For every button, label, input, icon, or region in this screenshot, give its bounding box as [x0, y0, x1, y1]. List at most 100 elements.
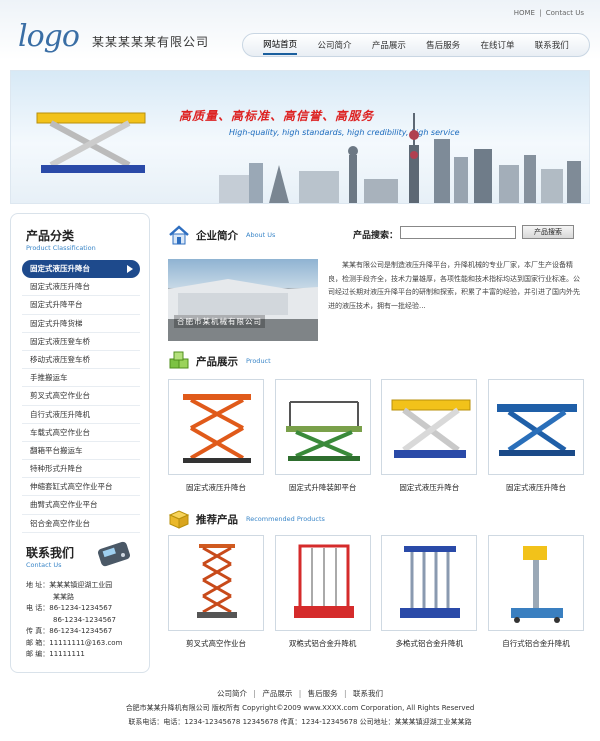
banner-lift-table-image	[36, 112, 146, 173]
recommended-card[interactable]: 双桅式铝合金升降机	[274, 535, 371, 649]
recommended-card[interactable]: 自行式铝合金升降机	[487, 535, 584, 649]
product-caption[interactable]: 固定式升降装卸平台	[275, 482, 371, 493]
tel-value-2: 86-1234-1234567	[53, 615, 116, 624]
recommended-caption[interactable]: 多桅式铝合金升降机	[381, 638, 477, 649]
product-caption[interactable]: 固定式液压升降台	[488, 482, 584, 493]
contact-us-link[interactable]: Contact Us	[546, 9, 584, 17]
category-item[interactable]: 手推搬运车	[22, 369, 140, 388]
top-utility-links: HOME | Contact Us	[514, 9, 584, 17]
footer-separator: |	[253, 689, 256, 698]
category-item[interactable]: 移动式液压登车桥	[22, 351, 140, 370]
products-subtitle: Product	[246, 357, 271, 365]
footer-link-products[interactable]: 产品展示	[262, 689, 292, 698]
products-title: 产品展示	[196, 355, 238, 368]
city-skyline-image	[219, 113, 581, 203]
category-item[interactable]: 固定式液压登车桥	[22, 333, 140, 351]
recommended-caption[interactable]: 双桅式铝合金升降机	[275, 638, 371, 649]
recommended-caption[interactable]: 剪叉式高空作业台	[168, 638, 264, 649]
nav-products[interactable]: 产品展示	[372, 36, 406, 54]
product-row: 固定式液压升降台 固定式升降装卸平台 固定式液压升降台 固定式液压升降台	[168, 379, 584, 493]
home-link[interactable]: HOME	[514, 9, 535, 17]
product-card[interactable]: 固定式液压升降台	[168, 379, 264, 493]
category-item[interactable]: 自行式液压升降机	[22, 406, 140, 424]
about-header: 企业简介 About Us	[168, 225, 275, 245]
product-caption[interactable]: 固定式液压升降台	[168, 482, 264, 493]
zip-label: 邮 编：	[26, 650, 50, 658]
category-item[interactable]: 翻箱平台搬运车	[22, 442, 140, 461]
category-item[interactable]: 车载式高空作业台	[22, 424, 140, 442]
category-item[interactable]: 特种形式升降台	[22, 460, 140, 479]
recommended-image[interactable]	[381, 535, 478, 631]
main-content: 企业简介 About Us 产品搜索： 产品搜索 合肥市某机械有限公司 某某有限…	[160, 213, 590, 673]
tel-label: 电 话：	[26, 604, 50, 612]
product-card[interactable]: 固定式液压升降台	[381, 379, 478, 493]
product-card[interactable]: 固定式液压升降台	[487, 379, 584, 493]
category-title: 产品分类	[26, 229, 75, 243]
footer-link-service[interactable]: 售后服务	[308, 689, 338, 698]
search-button[interactable]: 产品搜索	[522, 225, 574, 239]
logo[interactable]: logo	[18, 22, 80, 52]
cubes-icon	[169, 351, 189, 369]
main-nav: 网站首页 公司简介 产品展示 售后服务 在线订单 联系我们	[242, 33, 590, 57]
category-item[interactable]: 固定式液压升降台	[22, 260, 140, 279]
search-label: 产品搜索：	[353, 231, 399, 241]
product-image[interactable]	[274, 379, 371, 475]
address-label: 地 址：	[26, 581, 50, 589]
recommended-subtitle: Recommended Products	[246, 515, 325, 523]
category-item[interactable]: 伸缩套缸式高空作业平台	[22, 478, 140, 497]
nav-order[interactable]: 在线订单	[480, 36, 514, 54]
zip-value: 11111111	[49, 650, 85, 658]
category-item[interactable]: 剪叉式高空作业台	[22, 387, 140, 406]
footer-links: 公司简介 | 产品展示 | 售后服务 | 联系我们	[0, 688, 600, 699]
contact-info: 地 址：某某某镇迎湖工业园 某某路 电 话：86-1234-1234567 86…	[26, 580, 146, 661]
banner: 高质量、高标准、高信誉、高服务 High-quality, high stand…	[10, 70, 590, 204]
recommended-image[interactable]	[168, 535, 264, 631]
search-input[interactable]	[400, 226, 516, 239]
company-name: 某某某某某有限公司	[92, 35, 210, 49]
recommended-image[interactable]	[487, 535, 584, 631]
recommended-title: 推荐产品	[196, 513, 238, 526]
address-value-cont: 某某路	[53, 592, 74, 601]
category-item[interactable]: 固定式升降平台	[22, 296, 140, 315]
footer-separator: |	[298, 689, 302, 698]
house-icon	[169, 225, 189, 245]
category-item[interactable]: 铝合金高空作业台	[22, 515, 140, 533]
topbar-separator: |	[539, 9, 542, 17]
footer-link-contact[interactable]: 联系我们	[353, 689, 383, 698]
category-item[interactable]: 曲臂式高空作业平台	[22, 496, 140, 515]
category-list: 固定式液压升降台 固定式液压升降台 固定式升降平台 固定式升降货梯 固定式液压登…	[22, 260, 140, 533]
products-header: 产品展示 Product	[168, 351, 271, 371]
recommended-image[interactable]	[274, 535, 371, 631]
fax-value: 86-1234-1234567	[49, 627, 113, 635]
about-subtitle: About Us	[246, 231, 276, 239]
nav-service[interactable]: 售后服务	[426, 36, 460, 54]
tel-value: 86-1234-1234567	[49, 604, 113, 612]
email-link[interactable]: 11111111@163.com	[49, 639, 122, 647]
footer-link-about[interactable]: 公司简介	[217, 689, 247, 698]
category-item[interactable]: 固定式液压升降台	[22, 278, 140, 297]
nav-home[interactable]: 网站首页	[263, 35, 298, 55]
category-subtitle: Product Classification	[26, 244, 96, 252]
footer-contact-line: 联系电话：电话：1234-12345678 12345678 传真：1234-1…	[128, 718, 472, 726]
recommended-caption[interactable]: 自行式铝合金升降机	[488, 638, 584, 649]
category-item[interactable]: 固定式升降货梯	[22, 315, 140, 333]
nav-contact[interactable]: 联系我们	[535, 36, 569, 54]
factory-building-image	[168, 279, 318, 341]
fax-label: 传 真：	[26, 627, 50, 635]
recommended-header: 推荐产品 Recommended Products	[168, 509, 325, 529]
product-card[interactable]: 固定式升降装卸平台	[274, 379, 371, 493]
about-title: 企业简介	[196, 229, 238, 242]
photo-caption: 合肥市某机械有限公司	[174, 315, 265, 328]
product-image[interactable]	[381, 379, 478, 475]
about-text: 某某有限公司是制造液压升降平台，升降机械的专业厂家，本厂生产设备精良，检测手段齐…	[328, 261, 580, 310]
recommended-card[interactable]: 剪叉式高空作业台	[168, 535, 264, 649]
contact-title: 联系我们	[26, 546, 75, 560]
nav-about[interactable]: 公司简介	[317, 36, 351, 54]
product-image[interactable]	[487, 379, 584, 475]
product-image[interactable]	[168, 379, 264, 475]
product-caption[interactable]: 固定式液压升降台	[381, 482, 477, 493]
recommended-card[interactable]: 多桅式铝合金升降机	[381, 535, 478, 649]
recommended-row: 剪叉式高空作业台 双桅式铝合金升降机 多桅式铝合金升降机 自行式铝合金升降机	[168, 535, 584, 649]
box-icon	[168, 510, 190, 529]
contact-subtitle: Contact Us	[26, 561, 62, 569]
